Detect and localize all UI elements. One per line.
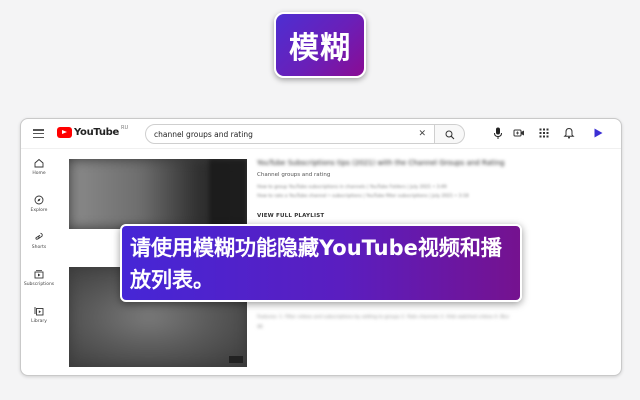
video-title[interactable]: YouTube Subscriptions tips (2021) with t… (257, 159, 504, 167)
search-input[interactable]: channel groups and rating ✕ (145, 124, 435, 144)
blur-feature-badge: 模糊 (274, 12, 366, 78)
search-icon (445, 130, 455, 140)
youtube-logo-text: YouTube (74, 127, 119, 138)
sidebar-item-subscriptions[interactable]: Subscriptions (21, 269, 57, 287)
create-video-icon[interactable] (513, 127, 525, 139)
sidebar-item-label: Shorts (31, 245, 47, 250)
notifications-bell-icon[interactable] (563, 127, 575, 139)
sidebar-item-explore[interactable]: Explore (21, 195, 57, 213)
feature-callout: 请使用模糊功能隐藏YouTube视频和播放列表。 (120, 224, 522, 302)
sidebar-item-label: Library (31, 319, 47, 324)
search-query-text: channel groups and rating (154, 129, 253, 139)
search-button[interactable] (435, 124, 465, 144)
sidebar-item-shorts[interactable]: Shorts (21, 232, 57, 250)
video-description: Features: 1. Filter videos and subscript… (257, 315, 510, 320)
hamburger-menu-icon[interactable] (33, 129, 44, 138)
clear-search-icon[interactable]: ✕ (418, 129, 426, 139)
extension-play-icon[interactable] (592, 127, 604, 139)
video-badge: 4K (257, 325, 263, 330)
blurred-playlist-thumbnail[interactable] (69, 159, 247, 229)
view-full-playlist-link[interactable]: VIEW FULL PLAYLIST (257, 213, 324, 219)
playlist-video-entry[interactable]: How to group YouTube subscriptions in ch… (257, 185, 447, 190)
sidebar: Home Explore Shorts Subscriptions Librar… (21, 149, 57, 375)
compass-icon (34, 195, 44, 205)
callout-text: 请使用模糊功能隐藏YouTube视频和播放列表。 (130, 236, 502, 292)
sidebar-item-library[interactable]: Library (21, 306, 57, 324)
sidebar-item-home[interactable]: Home (21, 158, 57, 176)
youtube-logo[interactable]: YouTube RU (57, 125, 128, 138)
youtube-topbar: YouTube RU channel groups and rating ✕ (21, 119, 621, 149)
home-icon (34, 158, 44, 168)
youtube-region-label: RU (121, 125, 129, 131)
channel-name[interactable]: Channel groups and rating (257, 172, 330, 178)
library-icon (34, 307, 44, 316)
sidebar-item-label: Subscriptions (23, 282, 55, 287)
sidebar-item-label: Explore (30, 208, 48, 213)
subscriptions-icon (34, 270, 44, 279)
apps-grid-icon[interactable] (538, 127, 550, 139)
youtube-play-logo-icon (57, 127, 72, 138)
playlist-video-entry[interactable]: How to rate a YouTube channel • subscrip… (257, 194, 469, 199)
shorts-icon (35, 232, 43, 240)
microphone-icon[interactable] (493, 127, 503, 140)
sidebar-item-label: Home (32, 171, 46, 176)
